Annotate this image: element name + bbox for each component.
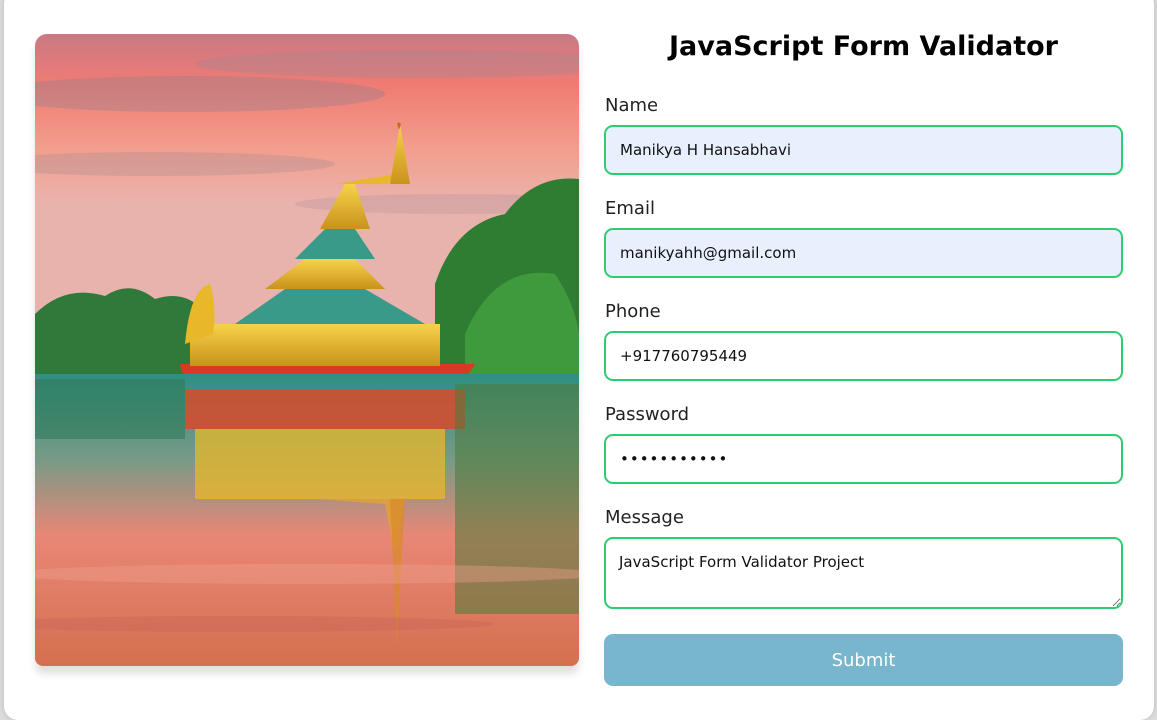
email-input[interactable]	[604, 228, 1123, 278]
password-label: Password	[605, 404, 690, 425]
name-label: Name	[605, 95, 659, 116]
form-title: JavaScript Form Validator	[669, 31, 1058, 62]
message-textarea[interactable]: JavaScript Form Validator Project	[604, 537, 1123, 609]
message-label: Message	[605, 507, 684, 528]
phone-label: Phone	[605, 301, 661, 322]
submit-button[interactable]: Submit	[604, 634, 1123, 686]
phone-input[interactable]	[604, 331, 1123, 381]
name-input[interactable]	[604, 125, 1123, 175]
password-input[interactable]	[604, 434, 1123, 484]
hero-image	[35, 34, 579, 666]
email-label: Email	[605, 198, 655, 219]
pagoda-lake-illustration	[35, 34, 579, 666]
